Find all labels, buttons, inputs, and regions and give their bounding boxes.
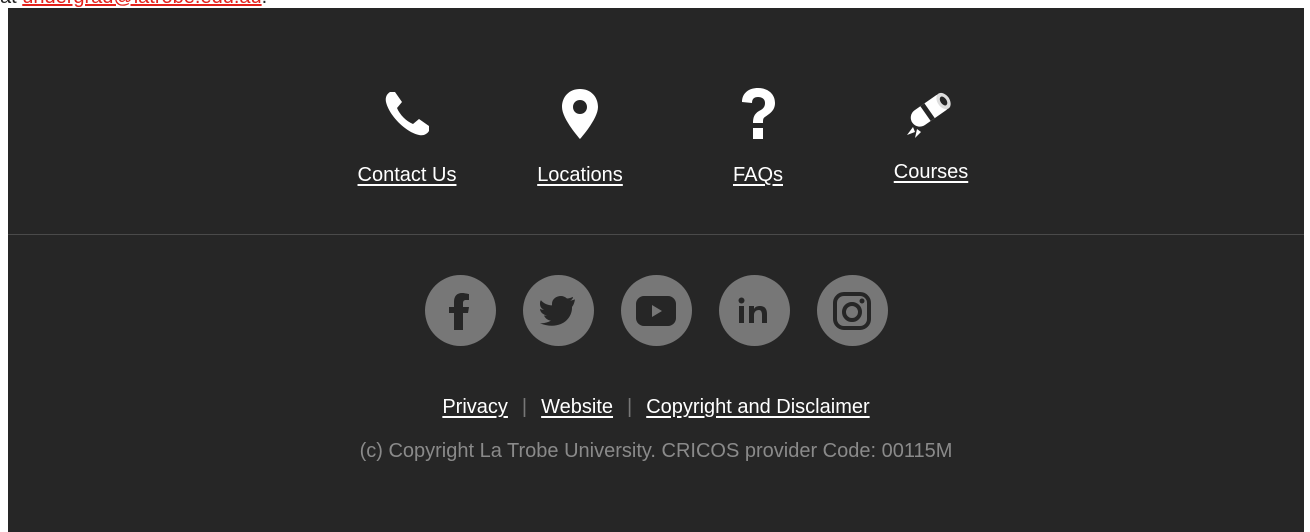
diploma-icon — [851, 83, 1011, 139]
quick-links: Contact Us Locations FAQs Courses — [8, 8, 1304, 234]
top-content-fragment: at undergrad@latrobe.edu.au. — [0, 0, 1310, 8]
quick-link-faqs[interactable]: FAQs — [678, 86, 838, 187]
copyright-disclaimer-link[interactable]: Copyright and Disclaimer — [646, 396, 869, 418]
privacy-link[interactable]: Privacy — [442, 396, 508, 418]
twitter-icon[interactable] — [522, 275, 594, 346]
locations-link[interactable]: Locations — [537, 164, 623, 187]
faqs-link[interactable]: FAQs — [733, 164, 783, 187]
copyright-text: (c) Copyright La Trobe University. CRICO… — [359, 440, 953, 462]
separator: | — [627, 396, 633, 418]
separator: | — [521, 396, 528, 418]
social-links — [8, 275, 1304, 346]
legal-links: Privacy | Website | Copyright and Disclaimer — [8, 396, 1304, 419]
footer-divider — [8, 234, 1304, 235]
site-footer: Contact Us Locations FAQs Courses Privac… — [8, 8, 1304, 532]
phone-icon — [327, 86, 487, 142]
email-link[interactable]: undergrad@latrobe.edu.au — [22, 0, 261, 8]
quick-link-contact[interactable]: Contact Us — [327, 86, 487, 187]
email-suffix: . — [262, 0, 268, 8]
quick-link-courses[interactable]: Courses — [851, 83, 1011, 184]
contact-us-link[interactable]: Contact Us — [358, 164, 457, 187]
quick-link-locations[interactable]: Locations — [500, 86, 660, 187]
question-icon — [678, 86, 838, 142]
email-line: at undergrad@latrobe.edu.au. — [0, 0, 267, 7]
instagram-icon[interactable] — [816, 275, 888, 346]
linkedin-icon[interactable] — [718, 275, 790, 346]
youtube-icon[interactable] — [620, 275, 692, 346]
website-link[interactable]: Website — [541, 396, 613, 418]
map-pin-icon — [500, 86, 660, 142]
facebook-icon[interactable] — [424, 275, 496, 346]
email-prefix: at — [0, 0, 22, 8]
courses-link[interactable]: Courses — [894, 161, 968, 184]
